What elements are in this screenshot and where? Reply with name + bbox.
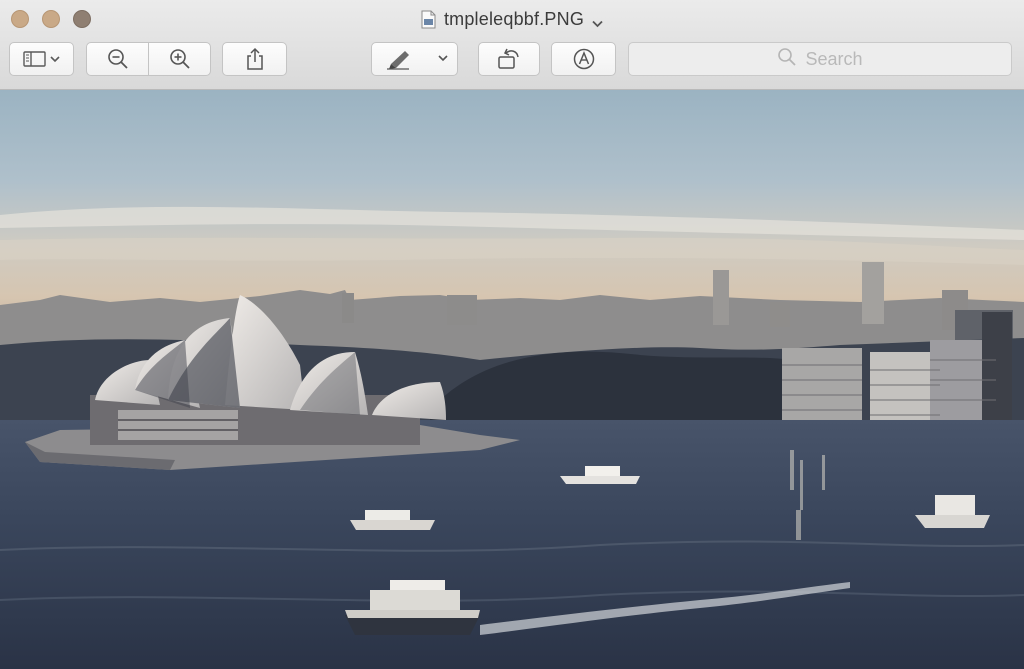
- window-title-label: tmpleleqbbf.PNG: [443, 8, 585, 29]
- zoom-in-button[interactable]: [148, 42, 211, 76]
- zoom-out-button[interactable]: [86, 42, 149, 76]
- markup-icon: [572, 47, 596, 71]
- sidebar-icon: [22, 50, 62, 68]
- share-icon: [245, 47, 265, 71]
- sydney-harbour-photo: [0, 90, 1024, 669]
- rotate-button[interactable]: [478, 42, 540, 76]
- chevron-down-icon[interactable]: [592, 15, 603, 28]
- zoom-out-icon: [106, 47, 130, 71]
- image-canvas: [0, 90, 1024, 669]
- search-field[interactable]: Search: [628, 42, 1012, 76]
- search-icon: [777, 47, 797, 72]
- annotate-button[interactable]: [551, 42, 616, 76]
- window-title[interactable]: tmpleleqbbf.PNG: [0, 7, 1024, 31]
- zoom-in-icon: [168, 47, 192, 71]
- pen-icon: [379, 48, 451, 70]
- preview-window: tmpleleqbbf.PNG Search: [0, 0, 1024, 669]
- rotate-icon: [496, 47, 522, 71]
- markup-toolbar-button[interactable]: [371, 42, 458, 76]
- share-button[interactable]: [222, 42, 287, 76]
- sidebar-button[interactable]: [9, 42, 74, 76]
- document-icon: [421, 10, 436, 29]
- title-bar: tmpleleqbbf.PNG Search: [0, 0, 1024, 90]
- search-placeholder: Search: [805, 48, 863, 69]
